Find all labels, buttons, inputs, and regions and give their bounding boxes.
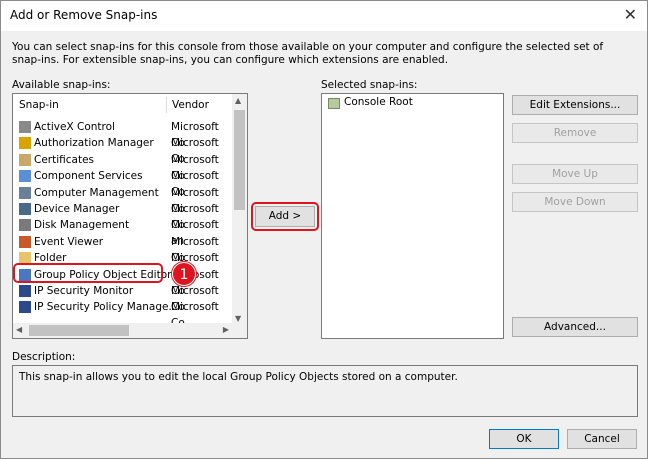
snapin-name: ActiveX Control [34, 121, 115, 133]
snapin-name: Component Services [34, 170, 143, 183]
authorization-icon [19, 137, 31, 150]
available-snapins-label: Available snap-ins: [12, 79, 111, 91]
horizontal-scrollbar[interactable]: ◀ ▶ [13, 323, 232, 338]
ipsec-icon [19, 285, 31, 297]
add-remove-snapins-dialog: Add or Remove Snap-ins ✕ You can select … [0, 0, 648, 459]
snapin-name: IP Security Monitor [34, 285, 134, 297]
snapin-name: Authorization Manager [34, 137, 154, 150]
snapin-name: Computer Management [34, 186, 159, 199]
snapin-name: Disk Management [34, 219, 130, 232]
console-root-icon [328, 98, 340, 109]
description-label: Description: [12, 351, 76, 363]
event-icon [19, 235, 31, 248]
available-snapin-row[interactable]: Certificates Microsoft Co [13, 152, 243, 182]
intro-text: You can select snap-ins for this console… [12, 41, 604, 66]
snapin-name: Device Manager [34, 203, 120, 215]
horizontal-scroll-thumb[interactable] [29, 325, 129, 336]
component-icon [19, 170, 31, 183]
move-up-button[interactable]: Move Up [512, 164, 638, 184]
window-title: Add or Remove Snap-ins [10, 8, 158, 22]
available-snapin-row[interactable]: Device Manager Microsoft Co [13, 201, 243, 231]
column-header-snapin[interactable]: Snap-in [19, 94, 59, 116]
computer-icon [19, 186, 31, 199]
description-box: This snap-in allows you to edit the loca… [12, 365, 638, 417]
cancel-button[interactable]: Cancel [567, 429, 637, 449]
callout-badge-1: 1 [172, 262, 196, 286]
snapin-name: Event Viewer [34, 235, 104, 248]
available-snapin-row[interactable]: ActiveX Control Microsoft Co [13, 119, 243, 149]
ok-button[interactable]: OK [489, 429, 559, 449]
scroll-left-icon[interactable]: ◀ [16, 325, 22, 334]
certificate-icon [19, 153, 31, 166]
selected-snapins-label: Selected snap-ins: [321, 79, 418, 91]
remove-button[interactable]: Remove [512, 123, 638, 143]
vertical-scrollbar[interactable]: ▲ ▼ [232, 94, 247, 325]
available-snapin-row[interactable]: IP Security Policy Manage...Microsoft Co [13, 299, 243, 329]
device-icon [19, 203, 31, 215]
available-snapin-row[interactable]: Computer Management Microsoft Co [13, 185, 243, 215]
advanced-button[interactable]: Advanced... [512, 317, 638, 337]
disk-icon [19, 219, 31, 232]
available-snapins-list[interactable]: Snap-in Vendor ActiveX Control Microsoft … [12, 93, 248, 339]
snapin-name: Certificates [34, 153, 95, 166]
column-header-vendor[interactable]: Vendor [172, 94, 209, 116]
close-icon[interactable]: ✕ [624, 5, 637, 24]
snapin-name: IP Security Policy Manage... [34, 301, 179, 314]
description-text: This snap-in allows you to edit the loca… [19, 371, 458, 383]
selected-snapins-list[interactable]: Console Root [321, 93, 504, 339]
console-root-item[interactable]: Console Root [344, 96, 413, 108]
vertical-scroll-thumb[interactable] [234, 110, 245, 210]
move-down-button[interactable]: Move Down [512, 192, 638, 212]
callout-ring-gpo [13, 263, 163, 283]
scroll-corner [232, 323, 247, 338]
available-snapin-row[interactable]: Disk Management Microsoft an [13, 217, 243, 247]
available-snapin-row[interactable]: Component Services Microsoft Co [13, 168, 243, 198]
scroll-up-icon[interactable]: ▲ [235, 96, 241, 105]
available-snapin-row[interactable]: Event Viewer Microsoft Co [13, 234, 243, 264]
scroll-down-icon[interactable]: ▼ [235, 314, 241, 323]
callout-ring-add [251, 202, 319, 231]
activex-icon [19, 121, 31, 133]
available-snapin-row[interactable]: Authorization Manager Microsoft Co [13, 135, 243, 165]
ipsec-icon [19, 301, 31, 314]
scroll-right-icon[interactable]: ▶ [223, 325, 229, 334]
edit-extensions-button[interactable]: Edit Extensions... [512, 95, 638, 115]
column-separator[interactable] [166, 97, 167, 113]
available-snapin-row[interactable]: IP Security Monitor Microsoft Co [13, 283, 243, 313]
title-bar: Add or Remove Snap-ins ✕ [1, 1, 647, 31]
